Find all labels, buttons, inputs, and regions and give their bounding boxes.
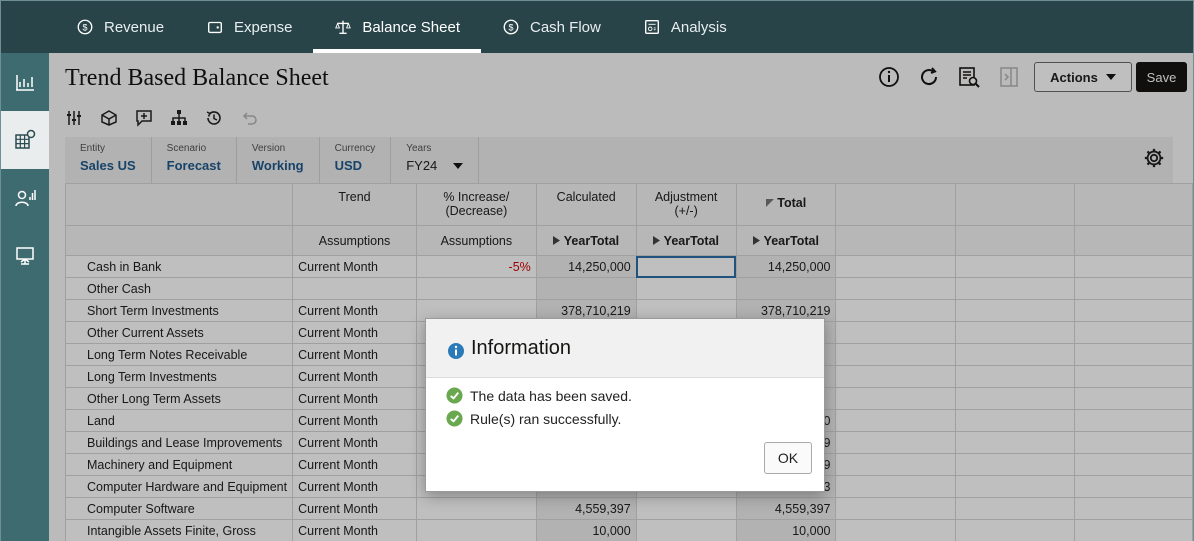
dialog-body: The data has been saved. Rule(s) ran suc… [426, 378, 824, 436]
ok-button[interactable]: OK [764, 442, 812, 474]
scale-icon [335, 20, 352, 34]
tab-analysis[interactable]: Analysis [622, 1, 748, 53]
dollar-circle-icon: $ [503, 19, 519, 35]
svg-text:$: $ [82, 23, 87, 33]
tab-revenue[interactable]: $ Revenue [55, 1, 185, 53]
rail-item-reports[interactable] [1, 227, 49, 285]
dialog-header: Information [426, 319, 824, 378]
wallet-icon [208, 21, 223, 34]
rail-item-analytics[interactable] [1, 169, 49, 227]
tab-label: Expense [234, 18, 293, 36]
board-icon [16, 247, 34, 265]
tab-expense[interactable]: Expense [185, 1, 313, 53]
message-text: Rule(s) ran successfully. [470, 410, 622, 427]
bar-chart-icon [16, 75, 34, 91]
tab-balance-sheet[interactable]: Balance Sheet [313, 1, 481, 53]
message-text: The data has been saved. [470, 387, 632, 404]
dialog-title: Information [471, 336, 572, 359]
rail-item-dashboard[interactable] [1, 53, 49, 111]
tab-cash-flow[interactable]: $ Cash Flow [481, 1, 622, 53]
side-rail [1, 53, 49, 541]
message-row: Rule(s) ran successfully. [446, 407, 804, 430]
svg-text:$: $ [508, 23, 513, 33]
tab-label: Analysis [670, 18, 727, 36]
rail-item-forms[interactable] [1, 111, 49, 169]
information-dialog: Information The data has been saved. Rul… [425, 318, 825, 492]
tab-label: Balance Sheet [362, 18, 460, 36]
grid-settings-icon [15, 129, 36, 149]
tab-label: Cash Flow [530, 18, 601, 36]
message-row: The data has been saved. [446, 384, 804, 407]
check-circle-icon [446, 387, 463, 404]
person-chart-icon [15, 190, 36, 207]
report-icon [644, 20, 659, 34]
top-nav: $ Revenue Expense Balance Sheet $ Cash F… [1, 1, 1193, 53]
info-icon [448, 343, 464, 359]
tab-label: Revenue [104, 18, 165, 36]
dollar-circle-icon: $ [77, 19, 93, 35]
check-circle-icon [446, 410, 463, 427]
